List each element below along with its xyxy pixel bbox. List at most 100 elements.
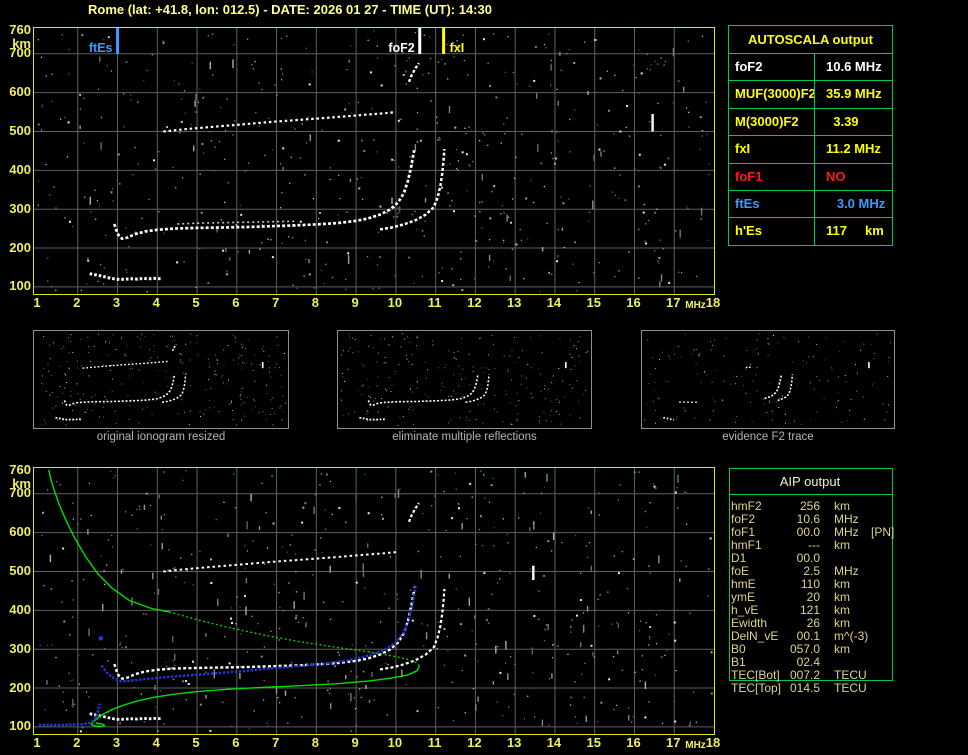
axis-tick-label: 15 bbox=[586, 735, 601, 750]
axis-tick-label: 6 bbox=[232, 735, 240, 750]
autoscala-row: MUF(3000)F2 35.9 MHz bbox=[729, 80, 892, 108]
autoscala-row: fxI 11.2 MHz bbox=[729, 135, 892, 163]
autoscala-row-value: 11.2 MHz bbox=[814, 136, 890, 163]
axis-tick-label: 10 bbox=[387, 295, 403, 310]
axis-tick-label: 760 bbox=[9, 462, 31, 477]
axis-tick-label: 100 bbox=[9, 278, 31, 294]
aip-row-name: TEC[Top] bbox=[731, 681, 782, 695]
aip-row-extra: [PN] bbox=[871, 525, 895, 539]
x-axis-unit: MHz bbox=[685, 740, 706, 751]
aip-row-unit: km bbox=[834, 538, 850, 552]
axis-tick-label: 700 bbox=[9, 45, 31, 61]
autoscala-row-value: 35.9 MHz bbox=[814, 81, 890, 108]
aip-table-divider bbox=[729, 494, 892, 495]
autoscala-table: AUTOSCALA output foF2 10.6 MHz MUF(3000)F2… bbox=[728, 25, 893, 246]
autoscala-row-label: foF1 bbox=[735, 168, 763, 184]
axis-tick-label: 10 bbox=[387, 735, 403, 750]
autoscala-row-label: ftEs bbox=[735, 195, 760, 211]
axis-tick-label: 16 bbox=[626, 735, 641, 750]
autoscala-row-label: fxI bbox=[735, 141, 751, 157]
autoscala-row: M(3000)F2 3.39 bbox=[729, 107, 892, 136]
axis-tick-label: 8 bbox=[311, 735, 319, 750]
axis-tick-label: 200 bbox=[9, 239, 31, 255]
axis-tick-label: 2 bbox=[73, 735, 81, 750]
axis-tick-label: 500 bbox=[9, 123, 31, 138]
axis-tick-label: 17 bbox=[666, 735, 681, 750]
thumbnail-eliminate-canvas bbox=[340, 333, 589, 426]
axis-tick-label: 12 bbox=[467, 735, 482, 750]
autoscala-row: foF2 10.6 MHz bbox=[729, 53, 892, 81]
axis-tick-label: 1 bbox=[33, 735, 41, 750]
aip-row-extra bbox=[871, 643, 901, 656]
scaled-marker-label-fxI: fxI bbox=[450, 41, 465, 55]
aip-row-extra bbox=[871, 617, 901, 630]
aip-row-unit: TECU bbox=[834, 681, 867, 695]
axis-tick-label: 3 bbox=[112, 295, 121, 310]
thumbnail-evidence-canvas bbox=[644, 333, 891, 425]
thumbnail-caption-original: original ionogram resized bbox=[96, 431, 226, 443]
aip-row-extra bbox=[871, 539, 901, 552]
axis-tick-label: 9 bbox=[351, 295, 359, 310]
axis-tick-label: 7 bbox=[271, 295, 280, 310]
axis-tick-label: 4 bbox=[152, 295, 160, 310]
axis-tick-label: 13 bbox=[506, 295, 522, 310]
aip-row-extra bbox=[871, 604, 901, 617]
aip-row-unit: km bbox=[834, 642, 850, 656]
autoscala-window: Rome (lat: +41.8, lon: 012.5) - DATE: 20… bbox=[0, 0, 968, 755]
aip-row: TEC[Top] 014.5 TECU bbox=[731, 682, 907, 695]
axis-tick-label: 5 bbox=[192, 735, 200, 750]
aip-row-extra bbox=[871, 656, 901, 669]
aip-row-extra bbox=[871, 682, 901, 695]
axis-tick-label: 300 bbox=[9, 640, 31, 656]
top-ionogram-canvas: ftEs foF2 fxI bbox=[34, 28, 714, 294]
axis-tick-label: 100 bbox=[9, 718, 31, 734]
axis-tick-label: 5 bbox=[192, 295, 200, 310]
aip-row-extra bbox=[871, 552, 901, 565]
scaled-marker-label-ftEs: ftEs bbox=[89, 41, 113, 55]
axis-tick-label: 760 bbox=[9, 22, 31, 37]
autoscala-row-label: foF2 bbox=[735, 59, 763, 74]
axis-tick-label: 4 bbox=[152, 735, 160, 750]
axis-tick-label: 13 bbox=[506, 735, 522, 750]
thumbnail-original-canvas bbox=[40, 333, 286, 426]
axis-tick-label: 400 bbox=[9, 161, 31, 177]
thumbnail-caption-eliminate: eliminate multiple reflections bbox=[392, 431, 537, 443]
autoscala-row-value: NO bbox=[814, 163, 890, 190]
axis-tick-label: 600 bbox=[9, 84, 31, 100]
autoscala-row-label: M(3000)F2 bbox=[735, 113, 799, 129]
thumbnail-evidence-f2 bbox=[641, 330, 895, 429]
axis-tick-label: 9 bbox=[351, 735, 359, 750]
axis-tick-label: 2 bbox=[73, 295, 81, 310]
aip-row-extra bbox=[871, 565, 901, 578]
axis-tick-label: 15 bbox=[586, 295, 601, 310]
thumbnail-original-ionogram bbox=[33, 330, 289, 429]
axis-tick-label: 200 bbox=[9, 679, 31, 695]
axis-tick-label: 700 bbox=[9, 485, 31, 501]
axis-tick-label: 3 bbox=[112, 735, 121, 750]
autoscala-row-value: 117 km bbox=[814, 218, 890, 245]
axis-tick-label: 17 bbox=[666, 295, 681, 310]
autoscala-table-rows: foF2 10.6 MHz MUF(3000)F2 35.9 MHz M(3000)F2… bbox=[729, 53, 892, 245]
axis-tick-label: 600 bbox=[9, 524, 31, 540]
axis-tick-label: 500 bbox=[9, 563, 31, 578]
aip-row-extra bbox=[871, 591, 901, 604]
thumbnail-caption-evidence: evidence F2 trace bbox=[722, 431, 814, 443]
window-title: Rome (lat: +41.8, lon: 012.5) - DATE: 20… bbox=[88, 2, 492, 17]
aip-row-extra bbox=[871, 500, 901, 513]
aip-row-extra bbox=[871, 578, 901, 591]
aip-table-title: AIP output bbox=[779, 474, 841, 489]
autoscala-row-label: MUF(3000)F2 bbox=[735, 86, 814, 102]
x-axis-unit: MHz bbox=[685, 300, 706, 311]
axis-tick-label: 400 bbox=[9, 601, 31, 617]
autoscala-row: ftEs 3.0 MHz bbox=[729, 189, 892, 218]
axis-tick-label: 300 bbox=[9, 200, 31, 216]
bottom-ionogram-canvas bbox=[34, 468, 714, 734]
autoscala-row-value: 3.0 MHz bbox=[814, 190, 890, 218]
aip-row-extra bbox=[871, 630, 901, 643]
axis-tick-label: 16 bbox=[626, 295, 641, 310]
scaled-marker-label-foF2: foF2 bbox=[388, 41, 414, 55]
aip-row-value: 014.5 bbox=[789, 681, 820, 695]
axis-tick-label: 14 bbox=[546, 295, 562, 310]
top-ionogram-plot: ftEs foF2 fxI bbox=[33, 27, 715, 295]
axis-tick-label: 7 bbox=[271, 735, 280, 750]
